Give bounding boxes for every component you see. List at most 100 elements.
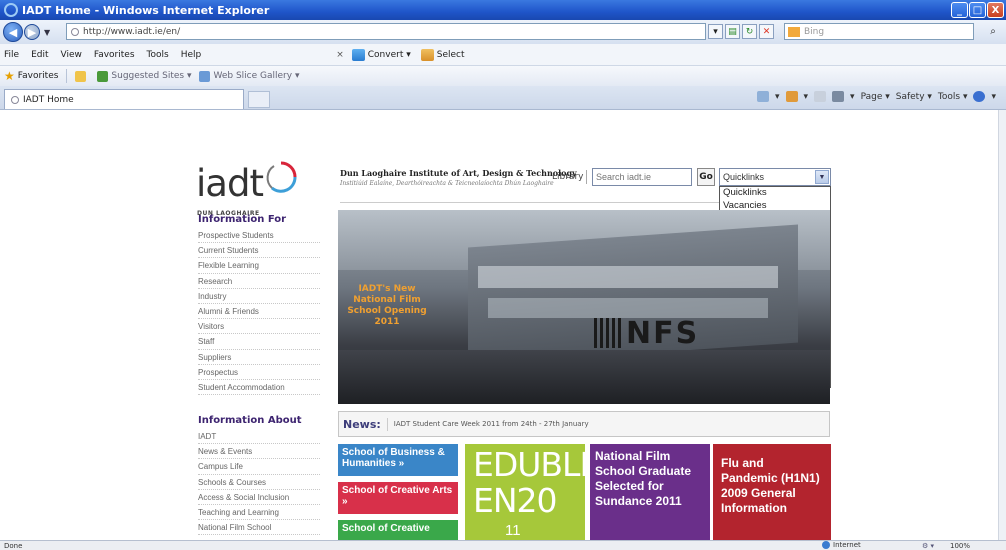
search-icon[interactable]: ⌕	[984, 23, 1002, 40]
nav-link-suppliers[interactable]: Suppliers	[198, 350, 320, 365]
search-input[interactable]: Bing	[784, 23, 974, 40]
tab-label: IADT Home	[23, 94, 74, 105]
nav-link-alumni-and-friends[interactable]: Alumni & Friends	[198, 304, 320, 320]
nav-link-prospective-students[interactable]: Prospective Students	[198, 228, 320, 244]
menu-view[interactable]: View	[61, 50, 82, 60]
nav-link-staff[interactable]: Staff	[198, 334, 320, 350]
hero-glass-upper	[478, 266, 778, 288]
search-go-button[interactable]: Go	[697, 168, 715, 186]
suggested-sites-label: Suggested Sites ▾	[111, 71, 192, 81]
nav-link-current-students[interactable]: Current Students	[198, 243, 320, 259]
address-input[interactable]: http://www.iadt.ie/en/	[66, 23, 706, 40]
school-creative-tile[interactable]: School of Creative	[338, 520, 458, 540]
news-item-link[interactable]: IADT Student Care Week 2011 from 24th - …	[394, 420, 589, 428]
favorites-button[interactable]: Favorites	[18, 71, 59, 81]
address-dropdown-icon[interactable]: ▾	[708, 24, 723, 39]
select-label: Select	[436, 49, 465, 60]
bing-icon	[788, 26, 800, 37]
nav-link-teaching-and-learning[interactable]: Teaching and Learning	[198, 505, 320, 521]
home-icon[interactable]	[756, 91, 769, 102]
menu-favorites[interactable]: Favorites	[94, 50, 135, 60]
web-slice-gallery-link[interactable]: Web Slice Gallery ▾	[199, 70, 299, 82]
protected-mode-icon[interactable]: ⚙ ▾	[922, 542, 934, 550]
chevron-down-icon[interactable]: ▼	[815, 170, 829, 184]
help-icon[interactable]	[973, 91, 986, 102]
page-menu[interactable]: Page ▾	[861, 92, 890, 102]
site-search-input[interactable]	[592, 168, 692, 186]
tools-menu[interactable]: Tools ▾	[938, 92, 968, 102]
forward-button[interactable]: ▶	[24, 24, 40, 40]
hero-banner[interactable]: NFS IADT's New National Film School Open…	[338, 210, 830, 404]
address-row: ◀ ▶ ▼ http://www.iadt.ie/en/ ▾ ▤ ↻ ✕ Bin…	[0, 20, 1006, 44]
select-button[interactable]: Select	[420, 48, 465, 61]
nav-link-research[interactable]: Research	[198, 274, 320, 289]
feeds-icon[interactable]	[785, 91, 798, 102]
news-ticker: News: IADT Student Care Week 2011 from 2…	[338, 411, 830, 437]
convert-icon	[351, 48, 365, 61]
hero-sign-bars	[594, 318, 624, 348]
refresh-icon[interactable]: ↻	[742, 24, 757, 39]
quicklinks-selected: Quicklinks	[723, 172, 765, 182]
favorites-bar: ★ Favorites Suggested Sites ▾ Web Slice …	[0, 66, 1006, 86]
maximize-button[interactable]: □	[969, 2, 986, 18]
school-creative-arts-tile[interactable]: School of Creative Arts »	[338, 482, 458, 514]
nav-link-schools-and-courses[interactable]: Schools & Courses	[198, 475, 320, 490]
nfs-sundance-tile[interactable]: National Film School Graduate Selected f…	[590, 444, 710, 540]
page-content: iadt DUN LAOGHAIRE Dun Laoghaire Institu…	[0, 110, 1006, 540]
stop-icon[interactable]: ✕	[759, 24, 774, 39]
tab-page-icon	[11, 95, 19, 104]
print-icon[interactable]	[832, 91, 845, 102]
window-title: IADT Home - Windows Internet Explorer	[22, 3, 270, 17]
nav-link-news-and-events[interactable]: News & Events	[198, 444, 320, 460]
info-for-list: Prospective Students Current Students Flex…	[198, 228, 320, 396]
nav-link-access-and-social-inclusion[interactable]: Access & Social Inclusion	[198, 490, 320, 505]
library-link[interactable]: Library	[552, 172, 583, 182]
convert-button[interactable]: Convert ▾	[351, 48, 411, 61]
suggested-sites-link[interactable]: Suggested Sites ▾	[97, 70, 192, 82]
edublin-line-2: EN20	[473, 481, 558, 520]
favorites-separator	[66, 69, 68, 83]
menu-file[interactable]: File	[4, 50, 19, 60]
hero-plaza	[338, 350, 830, 404]
info-for-heading: Information For	[198, 214, 287, 225]
safety-menu[interactable]: Safety ▾	[896, 92, 932, 102]
logo-ring-icon	[266, 161, 297, 193]
nav-link-iadt[interactable]: IADT	[198, 429, 320, 445]
back-button[interactable]: ◀	[3, 22, 23, 42]
new-tab-button[interactable]	[248, 91, 270, 108]
address-url: http://www.iadt.ie/en/	[83, 26, 181, 37]
quicklinks-option-quicklinks[interactable]: Quicklinks	[720, 187, 830, 200]
toolbar-close-icon[interactable]: ×	[336, 50, 344, 60]
add-favorite-button[interactable]	[75, 70, 89, 82]
menu-edit[interactable]: Edit	[31, 50, 48, 60]
minimize-button[interactable]: _	[951, 2, 968, 18]
quicklinks-select[interactable]: Quicklinks ▼	[719, 168, 831, 186]
zoom-level[interactable]: 100%	[950, 542, 970, 550]
edublin-tile[interactable]: EDUBLIN EN20 11	[465, 444, 585, 540]
read-mail-icon[interactable]	[814, 91, 827, 102]
nav-link-campus-life[interactable]: Campus Life	[198, 459, 320, 475]
nav-link-visitors[interactable]: Visitors	[198, 319, 320, 335]
edublin-line-1: EDUBLIN	[473, 445, 585, 484]
flu-info-tile[interactable]: Flu and Pandemic (H1N1) 2009 General Inf…	[713, 444, 831, 540]
menu-help[interactable]: Help	[181, 50, 202, 60]
nav-link-flexible-learning[interactable]: Flexible Learning	[198, 258, 320, 274]
menu-tools[interactable]: Tools	[147, 50, 169, 60]
institute-irish-name: Institiúid Ealaíne, Dearthóireachta & Te…	[340, 180, 554, 187]
school-business-tile[interactable]: School of Business & Humanities »	[338, 444, 458, 476]
vertical-scrollbar[interactable]	[998, 110, 1006, 540]
tab-iadt-home[interactable]: IADT Home	[4, 89, 244, 109]
recent-pages-dropdown-icon[interactable]: ▼	[44, 28, 50, 37]
ie-logo-icon	[4, 3, 18, 17]
globe-icon	[822, 541, 830, 549]
compatibility-view-icon[interactable]: ▤	[725, 24, 740, 39]
security-zone[interactable]: Internet	[822, 541, 861, 549]
nav-link-student-accommodation[interactable]: Student Accommodation	[198, 380, 320, 396]
nav-link-industry[interactable]: Industry	[198, 289, 320, 304]
iadt-logo[interactable]: iadt DUN LAOGHAIRE	[196, 161, 306, 218]
page-icon	[71, 27, 79, 36]
close-button[interactable]: X	[987, 2, 1004, 18]
nav-link-prospectus[interactable]: Prospectus	[198, 365, 320, 380]
nav-link-national-film-school[interactable]: National Film School	[198, 520, 320, 536]
web-slice-icon	[199, 70, 211, 82]
